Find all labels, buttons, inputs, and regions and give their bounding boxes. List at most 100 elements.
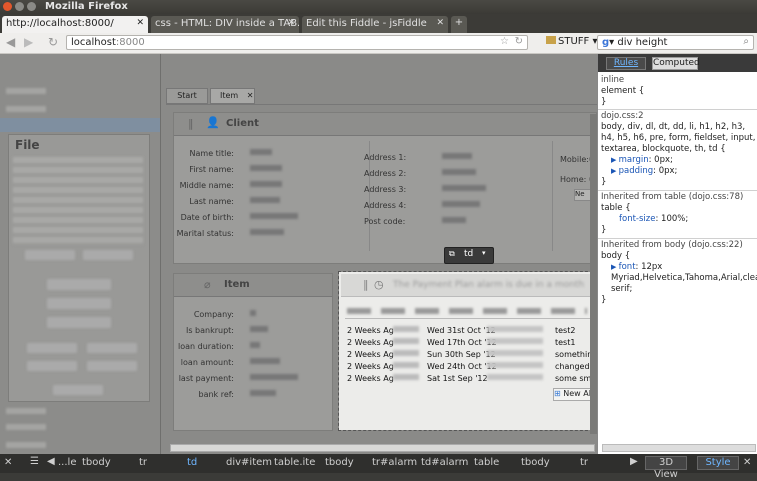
google-icon: g [602, 37, 610, 48]
chevron-down-icon[interactable]: ▾ [482, 249, 486, 257]
inspector-tag: td [464, 249, 474, 259]
browser-tab-localhost[interactable]: http://localhost:8000/ ✕ [2, 16, 148, 33]
expand-icon[interactable]: ▶ [611, 156, 619, 164]
alarm-date: Sat 1st Sep '12 [427, 374, 488, 383]
tab-computed[interactable]: Computed [652, 57, 700, 70]
rule-close: } [601, 177, 607, 187]
horizontal-scrollbar[interactable] [170, 444, 595, 452]
close-window-button[interactable] [3, 2, 12, 11]
rule-source[interactable]: dojo.css:2 [601, 111, 756, 122]
button-label: Style [705, 457, 731, 468]
alarm-ago: 2 Weeks Ag [347, 326, 394, 335]
search-input[interactable]: g▾ div height ⌕ [597, 35, 754, 50]
breadcrumb-item[interactable]: td#alarm [421, 457, 468, 468]
browser-tab-css-question[interactable]: css - HTML: DIV inside a TAB... ✕ [151, 16, 299, 33]
alarm-row[interactable]: 2 Weeks Ag Wed 31st Oct '12 test2 [347, 326, 575, 335]
breadcrumb-item[interactable]: tr [139, 457, 147, 468]
reload-icon[interactable]: ↻ [48, 35, 58, 49]
alarm-ago: 2 Weeks Ag [347, 350, 394, 359]
app-tab-item[interactable]: Item ✕ [210, 88, 255, 104]
close-icon[interactable]: ✕ [247, 91, 254, 100]
alarm-row[interactable]: 2 Weeks Ag Wed 24th Oct '12 changed my n [347, 362, 597, 371]
field-label: Company: [193, 310, 234, 319]
forward-icon[interactable]: ▶ [24, 35, 33, 49]
alarm-date: Wed 31st Oct '12 [427, 326, 496, 335]
inherited-header[interactable]: Inherited from body (dojo.css:22) [601, 240, 756, 251]
search-icon[interactable]: ⌕ [743, 36, 749, 47]
rule-property[interactable]: ▶ margin: 0px; [601, 155, 756, 166]
window-title: Mozilla Firefox [45, 1, 128, 12]
close-icon[interactable]: ✕ [436, 18, 444, 28]
reload-small-icon[interactable]: ↻ [515, 36, 523, 47]
bookmark-stuff[interactable]: STUFF ▾ [546, 36, 597, 47]
url-bar[interactable]: localhost:8000 ☆ ↻ [66, 35, 528, 50]
menu-icon[interactable]: ☰ [30, 456, 39, 467]
expand-icon[interactable]: ▶ [611, 263, 619, 271]
alarm-row[interactable]: 2 Weeks Ag Sat 1st Sep '12 some small n [347, 374, 597, 383]
field-label: Last name: [189, 197, 234, 206]
left-sidebar: File [0, 54, 161, 454]
address-label: Address 3: [364, 185, 407, 194]
field-label: Name title: [189, 149, 234, 158]
tab-rules[interactable]: Rules [606, 57, 646, 70]
breadcrumb-item[interactable]: tbody [521, 457, 550, 468]
minimize-window-button[interactable] [15, 2, 24, 11]
tab-label: css - HTML: DIV inside a TAB... [155, 18, 299, 29]
close-inspector-icon[interactable]: ✕ [4, 457, 12, 468]
close-icon[interactable]: ✕ [136, 18, 144, 28]
scroll-right-icon[interactable]: ▶ [630, 456, 638, 467]
tab-label: Edit this Fiddle - jsFiddle [306, 18, 427, 29]
url-port: :8000 [115, 37, 145, 48]
breadcrumb-item[interactable]: div#item [226, 457, 272, 468]
field-label: loan duration: [178, 342, 234, 351]
breadcrumb-item[interactable]: table.ite [274, 457, 315, 468]
item-panel: ⌀ Item Company: Is bankrupt: loan durati… [173, 273, 333, 431]
3d-view-button[interactable]: 3D View [645, 456, 687, 480]
drag-handle-icon: ‖ [363, 278, 369, 291]
field-label: Marital status: [176, 229, 234, 238]
alarm-date: Sun 30th Sep '12 [427, 350, 496, 359]
alarm-ago: 2 Weeks Ag [347, 338, 394, 347]
star-icon[interactable]: ☆ [500, 36, 509, 47]
breadcrumb-item[interactable]: ...le [58, 457, 76, 468]
rule-property[interactable]: ▶ font: 12px Myriad,Helvetica,Tahoma,Ari… [601, 262, 757, 295]
style-button[interactable]: Style [697, 456, 739, 470]
close-icon[interactable]: ✕ [743, 457, 751, 468]
expand-icon[interactable]: ▶ [611, 167, 619, 175]
scroll-left-icon[interactable]: ◀ [47, 456, 55, 467]
alarm-row[interactable]: 2 Weeks Ag Wed 17th Oct '12 test1 [347, 338, 575, 347]
devtools-tabs: Rules Computed [598, 54, 757, 72]
breadcrumb-item[interactable]: tr#alarm [372, 457, 417, 468]
breadcrumb-item-selected[interactable]: td [187, 457, 197, 468]
breadcrumb-item[interactable]: tbody [82, 457, 111, 468]
field-label: Date of birth: [180, 213, 234, 222]
inspector-tooltip[interactable]: ⧉ td ▾ [444, 247, 494, 264]
file-panel: File [8, 134, 150, 402]
field-label: loan amount: [180, 358, 234, 367]
add-icon: ⊞ [554, 389, 561, 398]
field-label: Middle name: [179, 181, 234, 190]
tab-label: Start [177, 91, 197, 100]
rule-property[interactable]: font-size: 100%; [601, 214, 756, 225]
home-label: Home: [560, 175, 587, 184]
breadcrumb-item[interactable]: table [474, 457, 499, 468]
highlighted-td[interactable]: ‖ ◷ The Payment Plan alarm is due in a m… [338, 271, 597, 431]
rule-source: inline [601, 75, 625, 85]
close-icon[interactable]: ✕ [287, 18, 295, 28]
item-header: ⌀ Item [174, 274, 332, 297]
browser-tab-jsfiddle[interactable]: Edit this Fiddle - jsFiddle ✕ [302, 16, 448, 33]
button-label: 3D View [654, 457, 678, 480]
inspect-icon: ⧉ [449, 249, 455, 258]
rule-property[interactable]: ▶ padding: 0px; [601, 166, 756, 177]
search-value: div height [617, 37, 668, 48]
new-tab-button[interactable]: + [451, 16, 467, 33]
back-icon[interactable]: ◀ [6, 35, 15, 49]
maximize-window-button[interactable] [27, 2, 36, 11]
inherited-header[interactable]: Inherited from table (dojo.css:78) [601, 192, 756, 203]
alarm-row[interactable]: 2 Weeks Ag Sun 30th Sep '12 something [347, 350, 597, 359]
breadcrumb-item[interactable]: tr [580, 457, 588, 468]
breadcrumb-item[interactable]: tbody [325, 457, 354, 468]
address-label: Post code: [364, 217, 406, 226]
app-tab-start[interactable]: Start [166, 88, 208, 104]
devtools-scrollbar[interactable] [602, 444, 756, 452]
